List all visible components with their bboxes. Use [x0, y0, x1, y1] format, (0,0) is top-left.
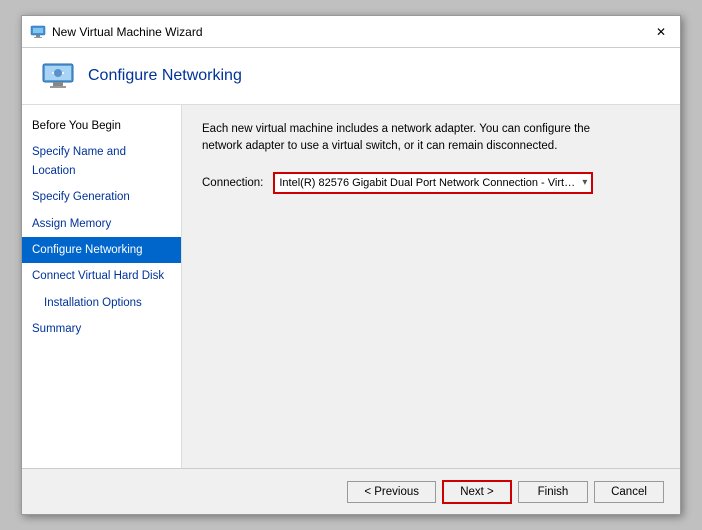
main-layout: Before You Begin Specify Name and Locati…	[22, 105, 680, 468]
titlebar-left: New Virtual Machine Wizard	[30, 24, 203, 40]
sidebar-item-before-you-begin[interactable]: Before You Begin	[22, 113, 181, 139]
close-button[interactable]: ✕	[650, 23, 672, 41]
header-icon	[42, 60, 74, 92]
footer: < Previous Next > Finish Cancel	[22, 468, 680, 514]
right-panel: Each new virtual machine includes a netw…	[182, 105, 680, 468]
titlebar-icon	[30, 24, 46, 40]
description-text: Each new virtual machine includes a netw…	[202, 121, 632, 156]
sidebar-item-specify-generation[interactable]: Specify Generation	[22, 184, 181, 210]
page-title: Configure Networking	[88, 67, 242, 85]
wizard-window: New Virtual Machine Wizard ✕ Configure N…	[21, 15, 681, 515]
cancel-button[interactable]: Cancel	[594, 481, 664, 503]
header-section: Configure Networking	[22, 48, 680, 105]
sidebar-item-configure-networking[interactable]: Configure Networking	[22, 237, 181, 263]
previous-button[interactable]: < Previous	[347, 481, 436, 503]
dropdown-arrow-icon: ▾	[582, 177, 587, 188]
connection-field-row: Connection: Intel(R) 82576 Gigabit Dual …	[202, 172, 660, 194]
finish-button[interactable]: Finish	[518, 481, 588, 503]
next-button[interactable]: Next >	[442, 480, 512, 504]
window-title: New Virtual Machine Wizard	[52, 25, 203, 39]
sidebar-item-installation-options[interactable]: Installation Options	[22, 290, 181, 316]
connection-label: Connection:	[202, 177, 263, 189]
connection-dropdown-value: Intel(R) 82576 Gigabit Dual Port Network…	[279, 177, 578, 189]
connection-dropdown[interactable]: Intel(R) 82576 Gigabit Dual Port Network…	[273, 172, 593, 194]
sidebar: Before You Begin Specify Name and Locati…	[22, 105, 182, 468]
sidebar-item-summary[interactable]: Summary	[22, 316, 181, 342]
sidebar-item-specify-name[interactable]: Specify Name and Location	[22, 139, 181, 184]
sidebar-item-assign-memory[interactable]: Assign Memory	[22, 211, 181, 237]
sidebar-item-connect-vhd[interactable]: Connect Virtual Hard Disk	[22, 263, 181, 289]
titlebar: New Virtual Machine Wizard ✕	[22, 16, 680, 48]
